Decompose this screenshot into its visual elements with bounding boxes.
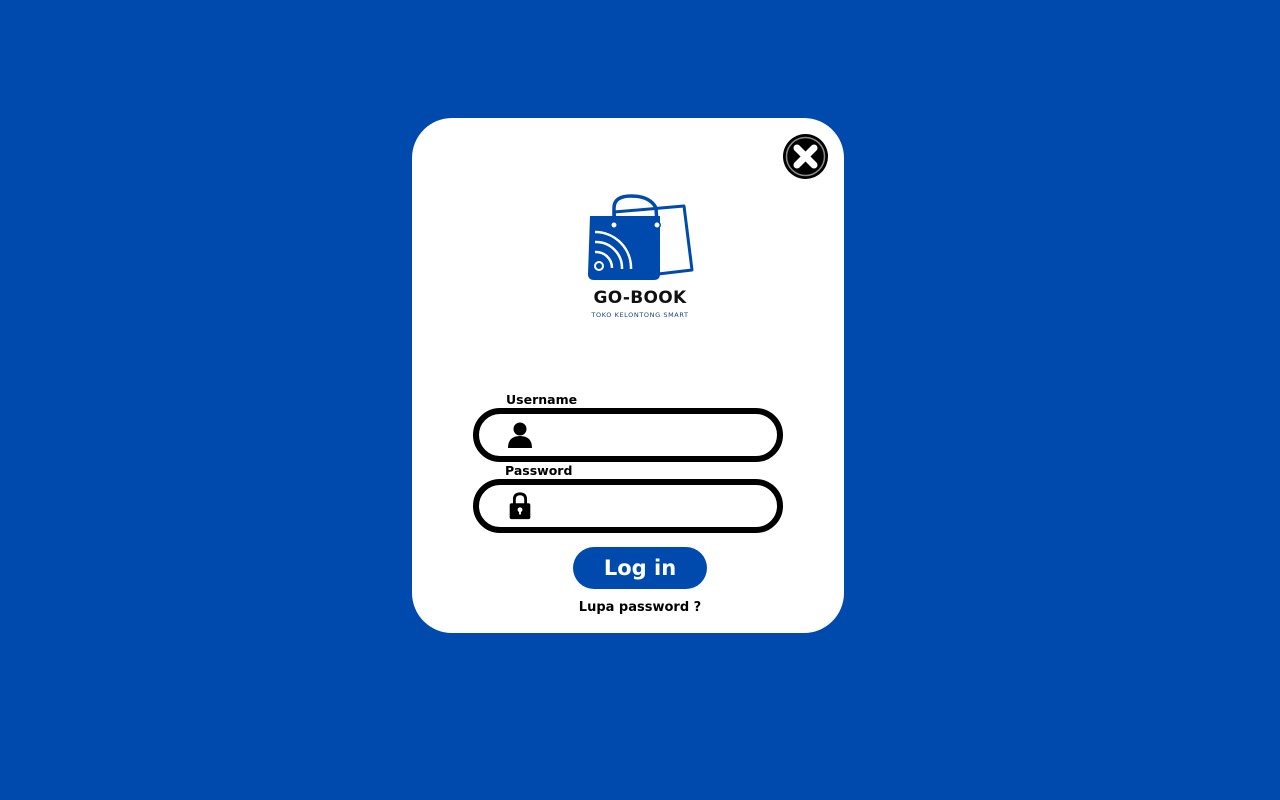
login-screen: GO-BOOK TOKO KELONTONG SMART Username Pa… <box>0 0 1280 800</box>
username-field[interactable] <box>473 408 783 462</box>
user-icon <box>508 422 532 448</box>
close-icon <box>784 135 827 178</box>
username-input[interactable] <box>541 414 761 456</box>
lock-icon <box>509 492 531 520</box>
password-input[interactable] <box>541 485 761 527</box>
brand-name: GO-BOOK <box>593 288 687 308</box>
password-label: Password <box>505 463 573 478</box>
username-label: Username <box>506 392 578 407</box>
close-button[interactable] <box>783 134 828 179</box>
shopping-bag-logo <box>588 194 694 280</box>
brand-tagline: TOKO KELONTONG SMART <box>591 311 689 319</box>
forgot-password-link[interactable]: Lupa password ? <box>412 600 868 615</box>
login-card: GO-BOOK TOKO KELONTONG SMART Username Pa… <box>412 118 844 633</box>
brand-logo: GO-BOOK TOKO KELONTONG SMART <box>584 194 696 324</box>
password-field[interactable] <box>473 479 783 533</box>
login-button[interactable]: Log in <box>573 547 707 589</box>
